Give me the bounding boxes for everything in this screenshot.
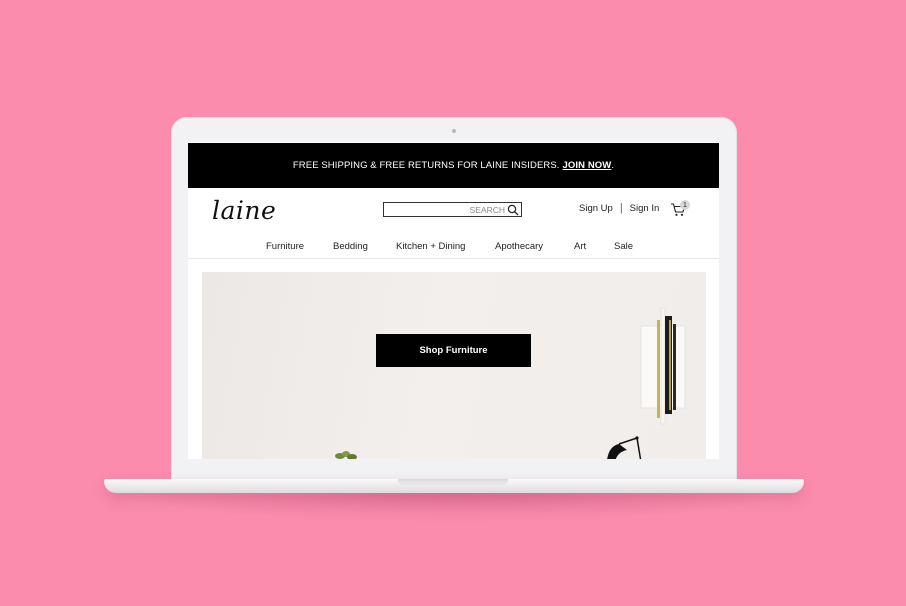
cart-count-badge: 1	[680, 200, 690, 210]
laptop-notch	[398, 479, 508, 485]
nav-item-apothecary[interactable]: Apothecary	[495, 241, 543, 252]
nav-item-furniture[interactable]: Furniture	[266, 241, 304, 252]
sign-up-link[interactable]: Sign Up	[579, 203, 613, 214]
main-nav: Furniture Bedding Kitchen + Dining Apoth…	[188, 240, 719, 259]
link-separator: |	[619, 202, 623, 214]
account-links: Sign Up | Sign In	[579, 202, 659, 214]
laine-logo[interactable]: laine	[212, 196, 276, 225]
shop-furniture-button[interactable]: Shop Furniture	[376, 334, 531, 367]
laptop-screen: FREE SHIPPING & FREE RETURNS FOR LAINE I…	[188, 142, 719, 459]
join-now-link[interactable]: JOIN NOW	[563, 160, 612, 171]
hero-banner: Shop Furniture	[202, 272, 706, 459]
sign-in-link[interactable]: Sign In	[630, 203, 660, 214]
laptop-camera	[452, 129, 456, 133]
cart-button[interactable]: 1	[670, 200, 692, 218]
search-icon[interactable]	[507, 204, 519, 216]
plant-image	[335, 451, 357, 459]
nav-item-sale[interactable]: Sale	[614, 241, 633, 252]
wall-sconce-image	[640, 307, 686, 425]
promo-period: .	[611, 160, 615, 171]
nav-item-kitchen-dining[interactable]: Kitchen + Dining	[396, 241, 465, 252]
promo-text: FREE SHIPPING & FREE RETURNS FOR LAINE I…	[292, 160, 560, 171]
search-input[interactable]	[387, 203, 505, 216]
search-box[interactable]	[383, 202, 522, 217]
desk-lamp-image	[607, 436, 642, 459]
nav-item-art[interactable]: Art	[574, 241, 586, 252]
promo-banner: FREE SHIPPING & FREE RETURNS FOR LAINE I…	[188, 143, 719, 188]
nav-item-bedding[interactable]: Bedding	[333, 241, 368, 252]
laptop-shadow	[120, 493, 788, 523]
